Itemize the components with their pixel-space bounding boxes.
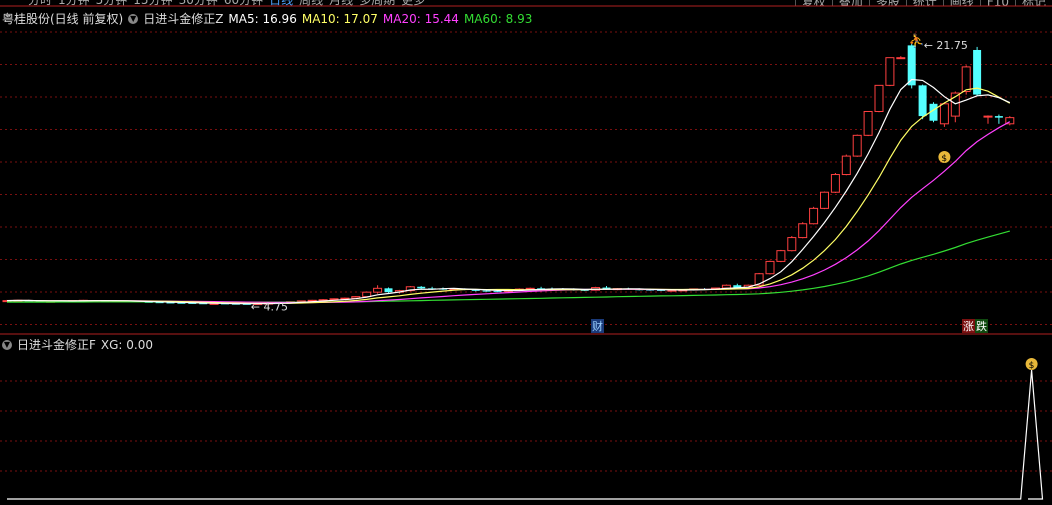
low-price-label: ← 4.75 xyxy=(251,300,288,313)
ma10-line xyxy=(6,87,1011,304)
candle-body xyxy=(776,250,786,262)
ma20-value: MA20: 15.44 xyxy=(382,11,459,26)
main-legend: 粤桂股份(日线 前复权) ▼ 日进斗金修正Z MA5: 16.96 MA10: … xyxy=(2,10,532,27)
candle-body xyxy=(885,57,895,86)
money-bag-symbol: $ xyxy=(941,154,947,164)
kline-chart: ⛹← 21.75 ← 4.75 $ 财 涨跌 $ xyxy=(0,5,1052,500)
ma5-line xyxy=(6,78,1011,305)
candle-body xyxy=(830,174,840,193)
candle-body xyxy=(482,290,491,292)
high-price-label: ← 21.75 xyxy=(924,39,968,52)
xg-signal-line xyxy=(7,369,1044,500)
candle-body xyxy=(765,260,775,275)
xg-value: XG: 0.00 xyxy=(100,337,154,352)
candle-body xyxy=(809,207,819,225)
ma60-value: MA60: 8.93 xyxy=(463,11,533,26)
candle-body xyxy=(994,116,1003,118)
candle-body xyxy=(373,287,383,293)
sub-money-bag-symbol: $ xyxy=(1029,361,1035,371)
candle-body xyxy=(798,223,808,239)
zhang-tag: 涨 xyxy=(963,320,974,333)
cai-tag: 财 xyxy=(592,319,603,333)
candle-body xyxy=(939,103,949,125)
candle-body xyxy=(961,66,971,93)
candle-body xyxy=(417,286,426,289)
candle-body xyxy=(384,288,393,293)
candle-body xyxy=(820,191,829,209)
candle-body xyxy=(841,155,851,176)
candle-body xyxy=(896,57,906,60)
candle-body xyxy=(983,115,993,118)
die-tag: 跌 xyxy=(976,319,987,333)
candle-body xyxy=(874,84,884,112)
candle-body xyxy=(852,134,862,157)
candle-body xyxy=(787,237,797,252)
sub-indicator-name[interactable]: 日进斗金修正F xyxy=(17,336,96,353)
ma10-value: MA10: 17.07 xyxy=(301,11,378,26)
indicator-toggle-icon[interactable]: ▼ xyxy=(128,13,139,24)
candle-body xyxy=(918,85,927,117)
indicator-name[interactable]: 日进斗金修正Z xyxy=(143,10,223,27)
sub-legend: ▼ 日进斗金修正F XG: 0.00 xyxy=(2,336,153,353)
sub-indicator-toggle-icon[interactable]: ▼ xyxy=(2,339,12,350)
candle-body xyxy=(493,291,502,293)
high-marker-icon: ⛹ xyxy=(909,32,925,49)
candle-body xyxy=(863,110,873,136)
stock-title: 粤桂股份(日线 前复权) xyxy=(2,12,124,26)
ma5-value: MA5: 16.96 xyxy=(228,11,297,26)
